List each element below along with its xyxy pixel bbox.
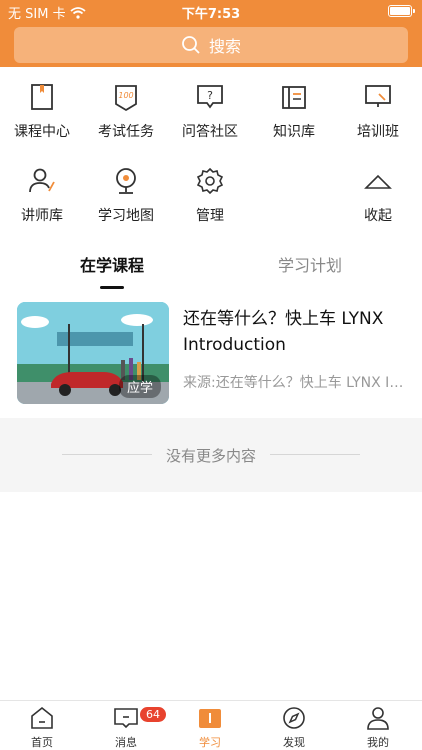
status-bar: 无 SIM 卡 下午7:53: [0, 0, 422, 22]
book-icon: [31, 84, 53, 110]
course-source: 来源:还在等什么？快上车 LYNX Introduction: [183, 375, 405, 391]
tabbar-profile[interactable]: 我的: [336, 705, 420, 750]
grid-item-learning-map[interactable]: 学习地图: [84, 158, 168, 238]
grid-item-qa-community[interactable]: ? 问答社区: [168, 74, 252, 154]
tabbar-messages[interactable]: 64 消息: [84, 705, 168, 750]
grid-label: 管理: [196, 208, 224, 224]
course-title: 还在等什么？快上车 LYNX Introduction: [183, 309, 384, 355]
grid-label: 知识库: [273, 124, 315, 140]
grid-label: 问答社区: [182, 124, 238, 140]
grid-label: 讲师库: [21, 208, 63, 224]
grid-item-lecturer-library[interactable]: 讲师库: [0, 158, 84, 238]
profile-icon: [367, 707, 389, 730]
study-icon: [199, 709, 221, 728]
grid-item-training-class[interactable]: 培训班: [336, 74, 420, 154]
grid-item-course-center[interactable]: 课程中心: [0, 74, 84, 154]
home-icon: [31, 706, 53, 729]
tabbar-label: 首页: [31, 736, 53, 749]
search-icon: [182, 36, 200, 54]
map-pin-icon: [116, 168, 136, 194]
header: 无 SIM 卡 下午7:53 搜索: [0, 0, 422, 67]
battery-icon: [388, 5, 415, 17]
search-bar[interactable]: 搜索: [14, 27, 408, 63]
tabbar-label: 发现: [283, 736, 305, 749]
search-placeholder: 搜索: [208, 37, 241, 56]
tab-learning-plan[interactable]: 学习计划: [240, 252, 380, 276]
bottom-tab-bar: 首页 64 消息 学习 发现 我的: [0, 700, 422, 750]
list-end-notice: 没有更多内容: [0, 418, 422, 492]
chevron-up-icon: [364, 174, 392, 189]
tabbar-label: 消息: [115, 736, 137, 749]
grid-label: 收起: [364, 208, 392, 224]
grid-item-manage[interactable]: 管理: [168, 158, 252, 238]
exam-icon: 100: [115, 85, 137, 112]
tab-current-courses[interactable]: 在学课程: [42, 252, 182, 276]
required-tag: 应学: [118, 375, 161, 398]
gear-icon: [196, 167, 224, 195]
compass-icon: [283, 707, 305, 729]
tabbar-home[interactable]: 首页: [0, 705, 84, 750]
grid-label: 考试任务: [98, 124, 154, 140]
divider: [270, 454, 360, 455]
qa-icon: ?: [197, 85, 223, 109]
knowledge-icon: [282, 86, 306, 109]
unread-badge: 64: [140, 707, 166, 722]
course-tabs: 在学课程 学习计划: [0, 252, 422, 292]
course-card[interactable]: 应学 还在等什么？快上车 LYNX Introduction 来源:还在等什么？…: [17, 302, 407, 406]
active-tab-indicator: [100, 286, 124, 289]
grid-label: 课程中心: [14, 124, 70, 140]
grid-label: 培训班: [357, 124, 399, 140]
lecturer-icon: [29, 168, 55, 193]
grid-label: 学习地图: [98, 208, 154, 224]
course-thumbnail: 应学: [17, 302, 169, 404]
tabbar-discover[interactable]: 发现: [252, 705, 336, 750]
tabbar-label: 学习: [199, 736, 221, 749]
grid-item-knowledge-base[interactable]: 知识库: [252, 74, 336, 154]
training-icon: [365, 85, 391, 107]
svg-text:100: 100: [118, 91, 133, 100]
message-icon: [114, 708, 138, 729]
status-time: 下午7:53: [181, 7, 241, 22]
tabbar-study[interactable]: 学习: [168, 705, 252, 750]
tabbar-label: 我的: [367, 736, 389, 749]
grid-item-exam-tasks[interactable]: 100 考试任务: [84, 74, 168, 154]
grid-item-collapse[interactable]: 收起: [336, 158, 420, 238]
list-end-text: 没有更多内容: [165, 447, 256, 465]
svg-text:?: ?: [207, 89, 213, 102]
